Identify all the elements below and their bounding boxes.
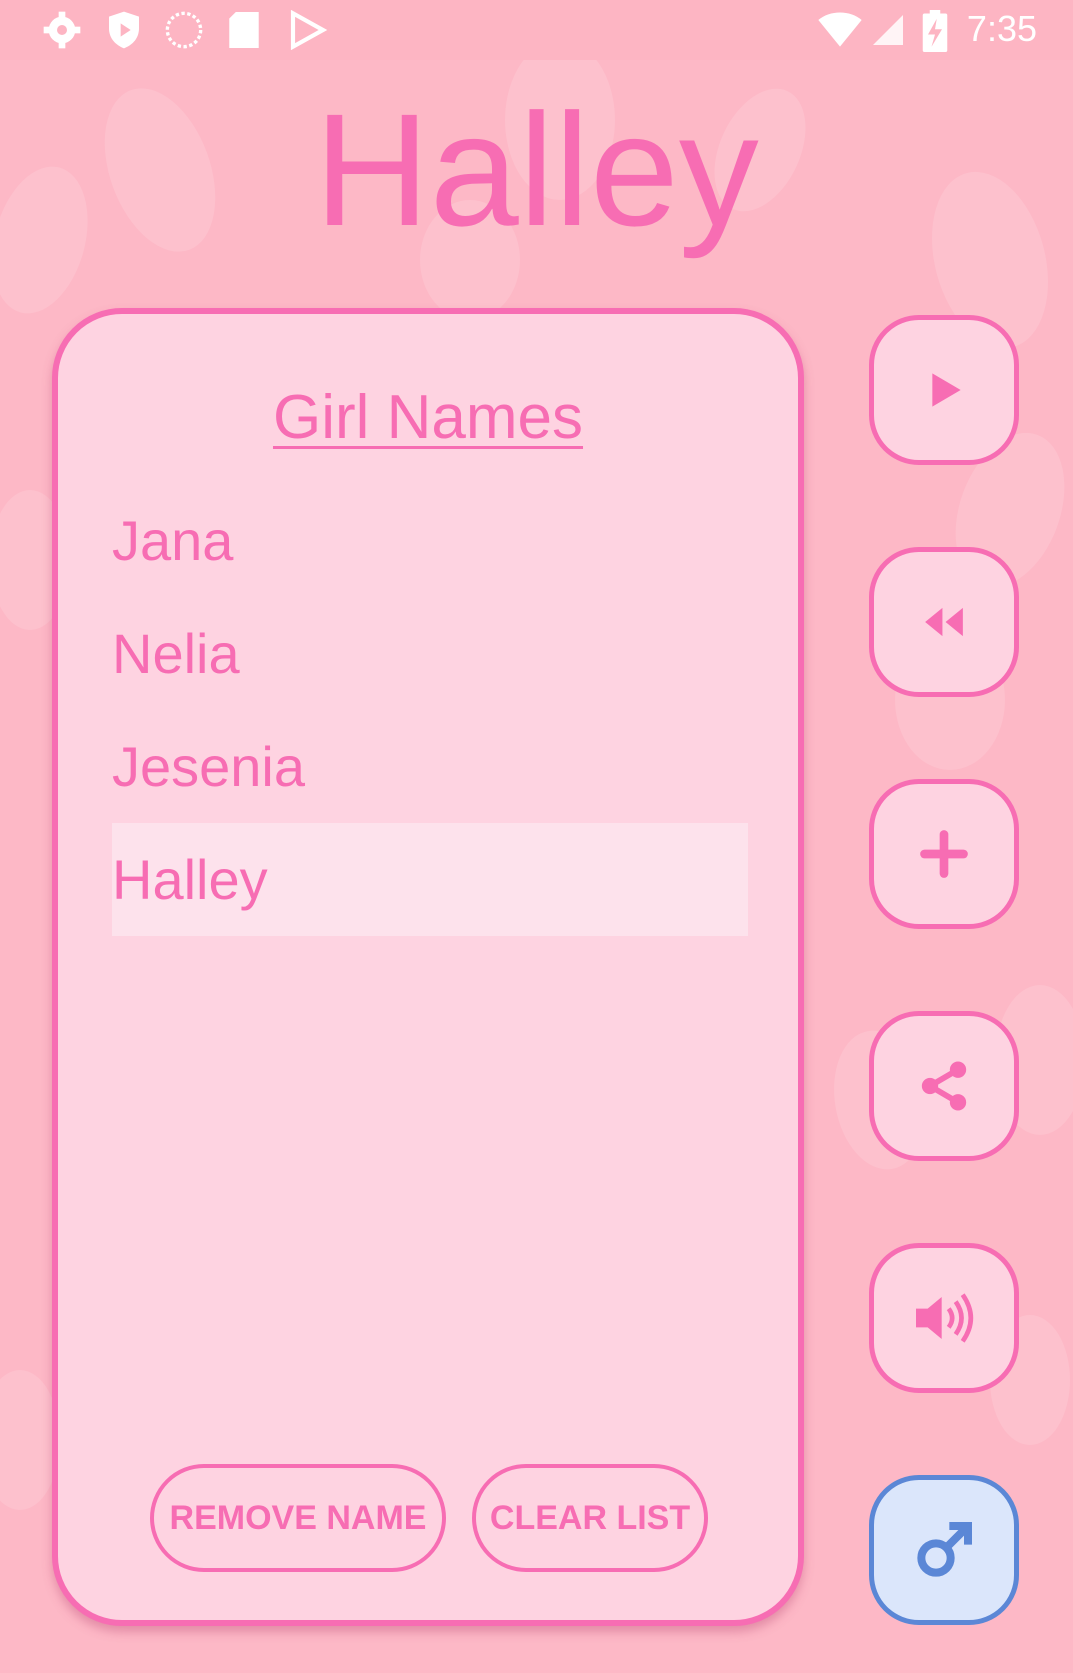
gender-toggle-button[interactable] (869, 1475, 1019, 1625)
rewind-icon (925, 607, 963, 637)
play-button[interactable] (869, 315, 1019, 465)
list-title: Girl Names (272, 383, 584, 452)
sync-circle-icon (165, 11, 203, 49)
share-button[interactable] (869, 1011, 1019, 1161)
volume-icon (916, 1293, 974, 1343)
play-store-icon (290, 10, 328, 50)
shield-play-icon (109, 11, 139, 49)
list-item[interactable]: Jana (112, 484, 748, 597)
battery-charging-icon (922, 10, 948, 52)
name-list: Jana Nelia Jesenia Halley (112, 484, 748, 936)
play-icon (932, 373, 961, 407)
remove-name-button[interactable]: REMOVE NAME (150, 1464, 446, 1572)
list-item[interactable]: Jesenia (112, 710, 748, 823)
names-list-card: Girl Names Jana Nelia Jesenia Halley REM… (52, 308, 804, 1626)
sd-card-icon (229, 12, 259, 48)
settings-icon (43, 11, 81, 49)
list-item-selected[interactable]: Halley (112, 823, 748, 936)
speak-button[interactable] (869, 1243, 1019, 1393)
status-bar: 7:35 (0, 0, 1073, 60)
plus-icon (920, 830, 968, 878)
share-icon (921, 1061, 967, 1111)
clear-list-button[interactable]: CLEAR LIST (472, 1464, 708, 1572)
wifi-icon (818, 12, 862, 47)
cell-signal-icon (873, 15, 903, 45)
male-symbol-icon (917, 1522, 972, 1577)
clock: 7:35 (966, 8, 1037, 49)
add-name-button[interactable] (869, 779, 1019, 929)
rewind-button[interactable] (869, 547, 1019, 697)
list-item[interactable]: Nelia (112, 597, 748, 710)
selected-name-title: Halley (314, 80, 759, 259)
